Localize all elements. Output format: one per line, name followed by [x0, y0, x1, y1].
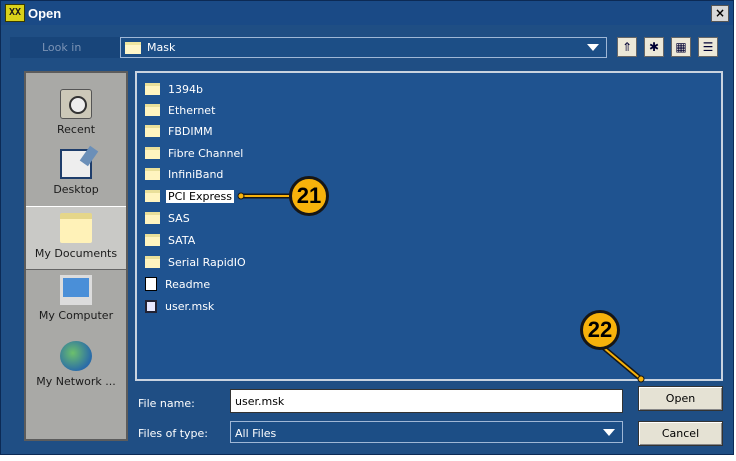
- callout-21-dot: [237, 192, 245, 200]
- callout-22-dot: [637, 375, 645, 383]
- callout-21: 21: [289, 176, 329, 216]
- callout-leaders: [237, 192, 645, 383]
- callout-22: 22: [580, 310, 620, 350]
